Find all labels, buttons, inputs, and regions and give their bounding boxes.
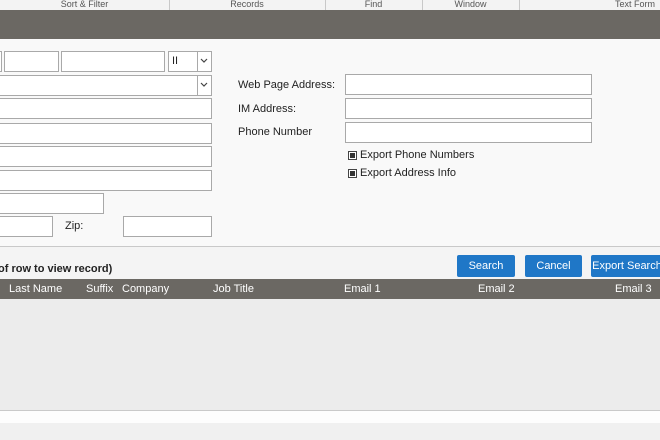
- search-button[interactable]: Search: [457, 255, 515, 277]
- middle-name-field[interactable]: [4, 51, 59, 72]
- city-field[interactable]: [0, 170, 212, 191]
- export-address-checkbox[interactable]: [348, 169, 357, 178]
- web-page-label: Web Page Address:: [238, 79, 336, 91]
- col-header-suffix[interactable]: Suffix: [86, 283, 113, 295]
- chevron-down-icon: [200, 82, 208, 87]
- horizontal-scrollbar[interactable]: [0, 410, 660, 424]
- ribbon-group-records: Records: [169, 0, 326, 10]
- ribbon-group-text-format: Text Form: [614, 0, 655, 9]
- zip-label: Zip:: [65, 220, 84, 232]
- results-hint: of row to view record): [0, 263, 113, 275]
- address-field[interactable]: [0, 146, 212, 167]
- zip-field[interactable]: [123, 216, 212, 237]
- col-header-email-3[interactable]: Email 3: [615, 283, 652, 295]
- export-address-label: Export Address Info: [360, 167, 456, 179]
- web-page-field[interactable]: [345, 74, 592, 95]
- export-phone-checkbox[interactable]: [348, 151, 357, 160]
- status-bar: [0, 423, 660, 440]
- suffix-combo[interactable]: II: [168, 51, 212, 72]
- phone-number-label: Phone Number: [238, 126, 312, 138]
- action-bar: of row to view record) Search Cancel Exp…: [0, 247, 660, 279]
- col-header-last-name[interactable]: Last Name: [9, 283, 62, 295]
- ribbon-group-sort-filter: Sort & Filter: [0, 0, 170, 10]
- category-combo[interactable]: [0, 75, 212, 96]
- col-header-email-1[interactable]: Email 1: [344, 283, 381, 295]
- region-field[interactable]: [0, 216, 53, 237]
- cancel-button[interactable]: Cancel: [525, 255, 582, 277]
- results-table-header: Last Name Suffix Company Job Title Email…: [0, 279, 660, 299]
- col-header-job-title[interactable]: Job Title: [213, 283, 254, 295]
- col-header-email-2[interactable]: Email 2: [478, 283, 515, 295]
- ribbon-group-find: Find: [325, 0, 423, 10]
- suffix-combo-dropdown[interactable]: [197, 52, 211, 71]
- im-address-field[interactable]: [345, 98, 592, 119]
- export-search-button[interactable]: Export Search: [591, 255, 660, 277]
- phone-number-field[interactable]: [345, 122, 592, 143]
- job-title-field[interactable]: [0, 123, 212, 144]
- suffix-combo-value: II: [172, 55, 179, 67]
- state-field[interactable]: [0, 193, 104, 214]
- search-form-panel: II Zip: Web Page Address: IM Address: Ph…: [0, 39, 660, 247]
- col-header-company[interactable]: Company: [122, 283, 169, 295]
- ribbon-group-window: Window: [422, 0, 520, 10]
- results-table-body[interactable]: [0, 299, 660, 410]
- im-address-label: IM Address:: [238, 103, 297, 115]
- form-title-bar: [0, 10, 660, 39]
- category-combo-dropdown[interactable]: [197, 76, 211, 95]
- export-phone-label: Export Phone Numbers: [360, 149, 475, 161]
- first-name-field[interactable]: [0, 51, 2, 72]
- chevron-down-icon: [200, 58, 208, 63]
- last-name-field[interactable]: [61, 51, 165, 72]
- company-field[interactable]: [0, 98, 212, 119]
